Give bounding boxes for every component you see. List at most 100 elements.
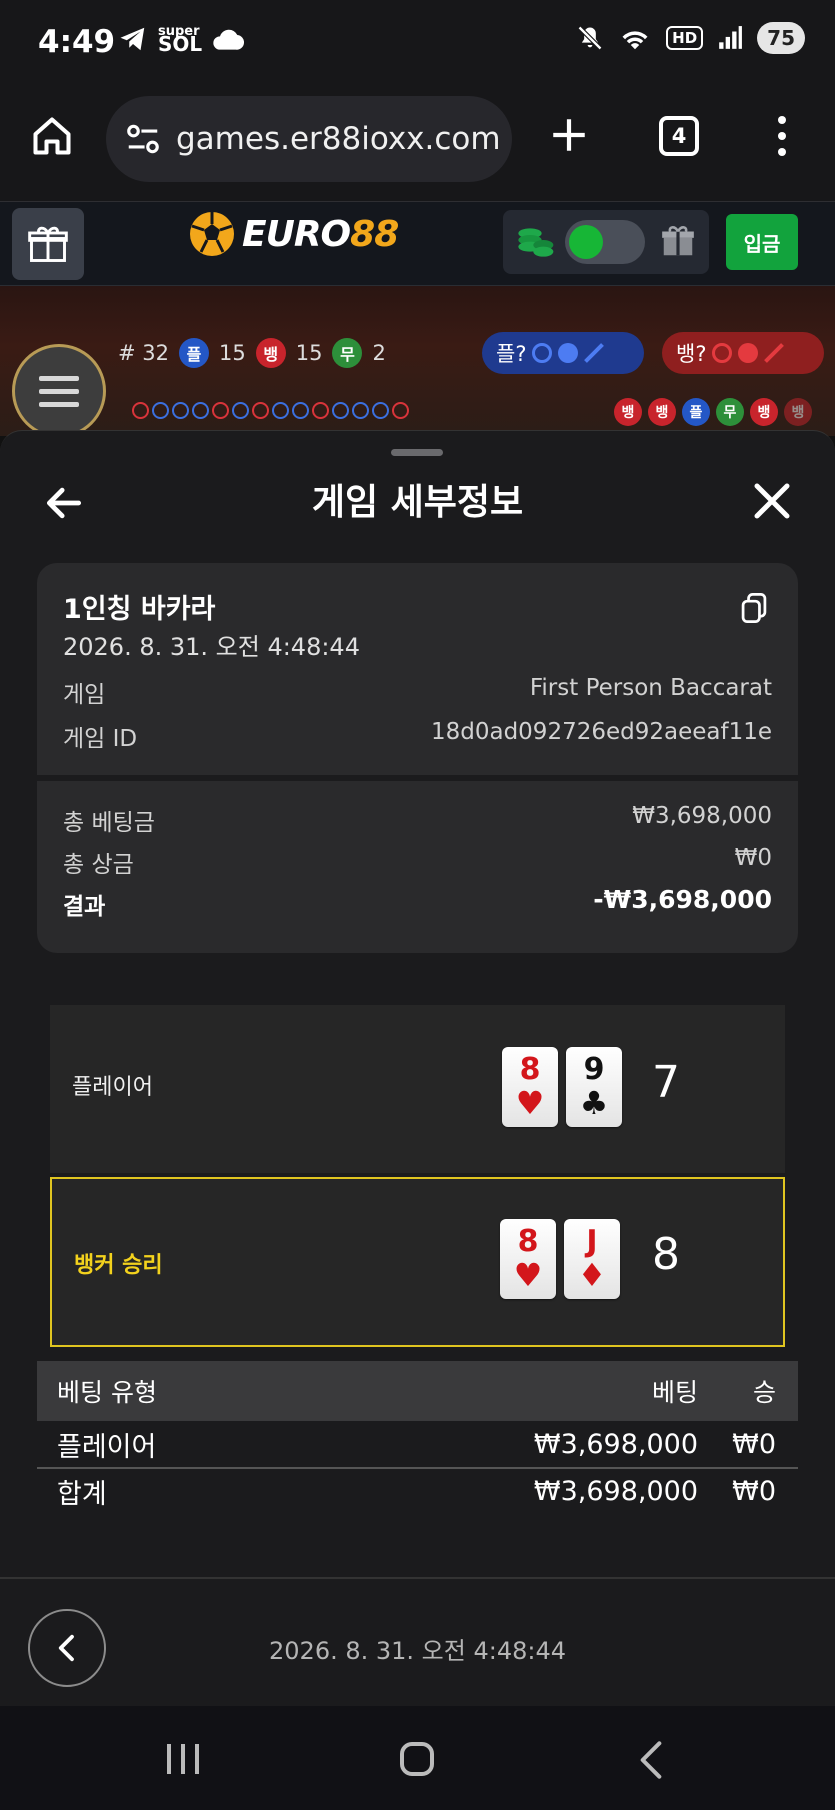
- game-id-value: 18d0ad092726ed92aeeaf11e: [430, 719, 772, 745]
- recent-apps-icon[interactable]: [167, 1744, 199, 1774]
- game-name: 1인칭 바카라: [63, 594, 216, 625]
- divider: [37, 775, 798, 781]
- game-value: First Person Baccarat: [529, 675, 772, 701]
- deposit-button[interactable]: 입금: [726, 214, 798, 270]
- recent-results: 뱅 뱅 플 무 뱅 뱅: [614, 398, 812, 426]
- round-number: # 32: [118, 341, 169, 365]
- result-chip: 뱅: [784, 398, 812, 426]
- telegram-icon: [120, 27, 145, 51]
- tab-switcher-button[interactable]: 4: [659, 116, 699, 156]
- total-bet-label: 총 베팅금: [63, 810, 155, 836]
- bead-road: [132, 402, 409, 419]
- game-id-label: 게임 ID: [63, 726, 138, 752]
- column-header: 승: [752, 1378, 776, 1407]
- bonus-gift-icon[interactable]: [659, 222, 697, 260]
- player-chip: 플: [179, 338, 209, 368]
- column-header: 베팅: [651, 1378, 698, 1407]
- home-button-icon[interactable]: [400, 1742, 434, 1776]
- banker-hand-label: 뱅커 승리: [74, 1253, 163, 1278]
- wifi-icon: [622, 31, 648, 50]
- win-amount-cell: ₩0: [732, 1428, 776, 1460]
- site-settings-icon[interactable]: [124, 120, 162, 158]
- back-icon[interactable]: [636, 1740, 666, 1780]
- player-count: 15: [219, 341, 246, 365]
- balance-toggle[interactable]: [565, 220, 645, 264]
- total-bet-cell: ₩3,698,000: [533, 1475, 698, 1507]
- player-hand-panel: 플레이어 8 ♥ 9 ♣ 7: [50, 1005, 785, 1173]
- logo-text: EURO: [242, 213, 351, 255]
- result-value: -₩3,698,000: [593, 885, 772, 914]
- card-rank: 8: [519, 1052, 541, 1087]
- toggle-knob: [569, 225, 603, 259]
- bet-type-cell: 플레이어: [57, 1431, 157, 1463]
- browser-toolbar: games.er88ioxx.com 4: [0, 86, 835, 202]
- coins-icon[interactable]: [515, 220, 555, 260]
- playing-card: 8 ♥: [502, 1047, 558, 1127]
- tie-count: 2: [372, 341, 386, 365]
- home-icon[interactable]: [30, 114, 74, 158]
- balance-panel: [503, 210, 709, 274]
- browser-menu-icon[interactable]: [776, 116, 788, 156]
- player-hand-label: 플레이어: [72, 1075, 153, 1100]
- column-header: 베팅 유형: [57, 1378, 157, 1407]
- battery-icon: 75: [757, 22, 805, 54]
- site-logo[interactable]: EURO88: [188, 210, 399, 258]
- game-info-top: 1인칭 바카라 2026. 8. 31. 오전 4:48:44 게임 First…: [37, 563, 798, 775]
- game-menu-button[interactable]: [12, 344, 106, 436]
- player-prediction-label: 플?: [496, 342, 527, 366]
- player-hand-total: 7: [652, 1057, 680, 1108]
- card-suit: ♦: [577, 1256, 607, 1294]
- banker-hand-panel: 뱅커 승리 8 ♥ J ♦ 8: [50, 1177, 785, 1347]
- drag-handle[interactable]: [391, 449, 443, 456]
- total-win-value: ₩0: [734, 845, 772, 871]
- game-label: 게임: [63, 682, 106, 708]
- copy-icon[interactable]: [740, 593, 768, 623]
- total-label-cell: 합계: [57, 1478, 107, 1510]
- result-chip: 플: [682, 398, 710, 426]
- playing-card: J ♦: [564, 1219, 620, 1299]
- game-background-strip: # 32 플 15 뱅 15 무 2 플? 뱅? 뱅 뱅 플 무 뱅 뱅: [0, 286, 835, 436]
- result-chip: 무: [716, 398, 744, 426]
- game-date: 2026. 8. 31. 오전 4:48:44: [63, 633, 360, 661]
- close-icon[interactable]: [752, 481, 792, 521]
- result-chip: 뱅: [750, 398, 778, 426]
- status-left-icons: super SOL: [118, 23, 245, 56]
- system-nav-bar: [0, 1706, 835, 1810]
- card-rank: 9: [583, 1052, 605, 1087]
- gift-icon: [28, 226, 68, 262]
- result-chip: 뱅: [648, 398, 676, 426]
- table-row: 플레이어 ₩3,698,000 ₩0: [37, 1421, 798, 1467]
- promotions-button[interactable]: [12, 208, 84, 280]
- bet-table-header: 베팅 유형 베팅 승: [37, 1361, 798, 1421]
- bet-amount-cell: ₩3,698,000: [533, 1428, 698, 1460]
- signal-icon: [719, 26, 743, 49]
- url-text[interactable]: games.er88ioxx.com: [176, 121, 501, 157]
- mute-icon: [577, 25, 603, 51]
- bet-table: 베팅 유형 베팅 승 플레이어 ₩3,698,000 ₩0 합계 ₩3,698,…: [37, 1361, 798, 1513]
- soccer-ball-icon: [190, 212, 234, 256]
- card-suit: ♥: [513, 1256, 543, 1294]
- banker-cards: 8 ♥ J ♦: [500, 1219, 620, 1299]
- tie-chip: 무: [332, 338, 363, 368]
- banker-count: 15: [295, 341, 323, 365]
- game-info-card: 1인칭 바카라 2026. 8. 31. 오전 4:48:44 게임 First…: [37, 563, 798, 953]
- card-rank: 8: [517, 1224, 539, 1259]
- player-cards: 8 ♥ 9 ♣: [502, 1047, 622, 1127]
- hd-icon: HD: [666, 26, 704, 50]
- address-bar[interactable]: games.er88ioxx.com: [106, 96, 512, 182]
- card-rank: J: [586, 1224, 598, 1259]
- game-details-modal: 게임 세부정보 1인칭 바카라 2026. 8. 31. 오전 4:48:44 …: [0, 430, 835, 1706]
- table-total-row: 합계 ₩3,698,000 ₩0: [37, 1467, 798, 1513]
- logo-number: 88: [350, 213, 399, 255]
- new-tab-icon[interactable]: [548, 114, 590, 156]
- player-prediction-button[interactable]: 플?: [482, 332, 644, 374]
- result-label: 결과: [63, 894, 106, 920]
- banker-hand-total: 8: [652, 1229, 680, 1280]
- supersol-icon: super SOL: [158, 23, 203, 56]
- modal-footer: 2026. 8. 31. 오전 4:48:44: [0, 1577, 835, 1707]
- total-win-cell: ₩0: [732, 1475, 776, 1507]
- cloud-icon: [213, 29, 245, 50]
- total-bet-value: ₩3,698,000: [632, 803, 772, 829]
- card-suit: ♣: [579, 1084, 609, 1122]
- banker-prediction-button[interactable]: 뱅?: [662, 332, 824, 374]
